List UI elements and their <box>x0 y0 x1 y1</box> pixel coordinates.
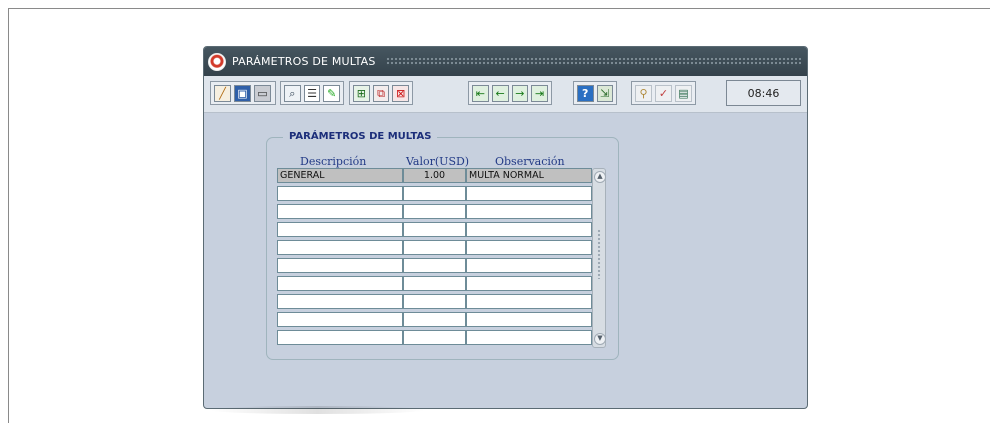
cell-value[interactable] <box>403 204 466 219</box>
scroll-down-icon[interactable]: ▼ <box>594 333 606 345</box>
duplicate-record-icon[interactable]: ⧉ <box>372 84 390 102</box>
toolbar-group-record: ⊞ ⧉ ⊠ <box>349 81 413 105</box>
help-icon[interactable]: ? <box>577 84 594 102</box>
cell-value[interactable] <box>403 186 466 201</box>
cell-observation[interactable] <box>466 330 592 345</box>
cell-description[interactable] <box>277 240 403 255</box>
cell-description[interactable] <box>277 294 403 309</box>
cell-value[interactable] <box>403 276 466 291</box>
previous-record-icon[interactable]: ← <box>491 84 509 102</box>
cell-observation[interactable] <box>466 240 592 255</box>
cell-observation[interactable] <box>466 294 592 309</box>
scroll-thumb-grip[interactable] <box>597 229 601 279</box>
cell-observation[interactable] <box>466 312 592 327</box>
cell-description[interactable] <box>277 222 403 237</box>
list-icon[interactable]: ☰ <box>303 84 321 102</box>
next-record-icon[interactable]: → <box>511 84 529 102</box>
fines-parameters-frame: PARÁMETROS DE MULTAS Descripción Valor(U… <box>266 131 619 360</box>
broom-icon[interactable]: ╱ <box>214 84 231 102</box>
form-window: PARÁMETROS DE MULTAS ╱ ▣ ▭ ⌕ ☰ ✎ ⊞ ⧉ ⊠ ⇤… <box>203 46 808 409</box>
title-bar[interactable]: PARÁMETROS DE MULTAS <box>204 47 807 76</box>
edit-icon[interactable]: ✎ <box>323 84 341 102</box>
toolbar: ╱ ▣ ▭ ⌕ ☰ ✎ ⊞ ⧉ ⊠ ⇤ ← → ⇥ ? ⇲ ⚲ ✓ ▤ 08:4… <box>204 76 807 113</box>
cell-description[interactable] <box>277 204 403 219</box>
title-bar-grip <box>385 57 801 66</box>
cell-observation[interactable] <box>466 204 592 219</box>
exit-icon[interactable]: ⇲ <box>596 84 613 102</box>
window-title: PARÁMETROS DE MULTAS <box>232 55 376 68</box>
cell-observation[interactable] <box>466 222 592 237</box>
cell-description[interactable] <box>277 258 403 273</box>
vertical-scrollbar[interactable]: ▲ ▼ <box>592 168 606 348</box>
last-record-icon[interactable]: ⇥ <box>531 84 548 102</box>
column-header-value: Valor(USD) <box>406 155 470 168</box>
cell-value[interactable] <box>403 312 466 327</box>
toolbar-group-file: ╱ ▣ ▭ <box>210 81 276 105</box>
cell-description[interactable] <box>277 330 403 345</box>
toolbar-group-navigation: ⇤ ← → ⇥ <box>468 81 552 105</box>
toolbar-group-query: ⌕ ☰ ✎ <box>280 81 344 105</box>
cell-value[interactable] <box>403 240 466 255</box>
cell-value[interactable] <box>403 258 466 273</box>
window-shadow <box>210 406 425 414</box>
cell-value[interactable] <box>403 330 466 345</box>
cell-description[interactable]: GENERAL <box>277 168 403 183</box>
cell-observation[interactable] <box>466 186 592 201</box>
search-icon[interactable]: ⌕ <box>284 84 301 102</box>
cell-value[interactable] <box>403 294 466 309</box>
cell-observation[interactable] <box>466 258 592 273</box>
form-content: PARÁMETROS DE MULTAS Descripción Valor(U… <box>204 113 807 408</box>
column-header-description: Descripción <box>300 155 367 168</box>
app-logo-icon <box>208 52 226 71</box>
cell-value[interactable]: 1.00 <box>403 168 466 183</box>
frame-legend: PARÁMETROS DE MULTAS <box>283 131 438 142</box>
cell-description[interactable] <box>277 312 403 327</box>
cell-description[interactable] <box>277 186 403 201</box>
scroll-up-icon[interactable]: ▲ <box>594 171 606 183</box>
column-header-observation: Observación <box>495 155 565 168</box>
save-icon[interactable]: ▣ <box>234 84 251 102</box>
tool-b-icon[interactable]: ✓ <box>655 84 672 102</box>
toolbar-group-help: ? ⇲ <box>573 81 617 105</box>
tool-a-icon[interactable]: ⚲ <box>635 84 652 102</box>
clock-display: 08:46 <box>726 80 801 106</box>
print-icon[interactable]: ▭ <box>254 84 271 102</box>
calendar-icon[interactable]: ▤ <box>675 84 692 102</box>
insert-record-icon[interactable]: ⊞ <box>353 84 370 102</box>
cell-description[interactable] <box>277 276 403 291</box>
cell-observation[interactable]: MULTA NORMAL <box>466 168 592 183</box>
cell-value[interactable] <box>403 222 466 237</box>
toolbar-group-tools: ⚲ ✓ ▤ <box>631 81 696 105</box>
delete-record-icon[interactable]: ⊠ <box>392 84 410 102</box>
cell-observation[interactable] <box>466 276 592 291</box>
first-record-icon[interactable]: ⇤ <box>472 84 489 102</box>
